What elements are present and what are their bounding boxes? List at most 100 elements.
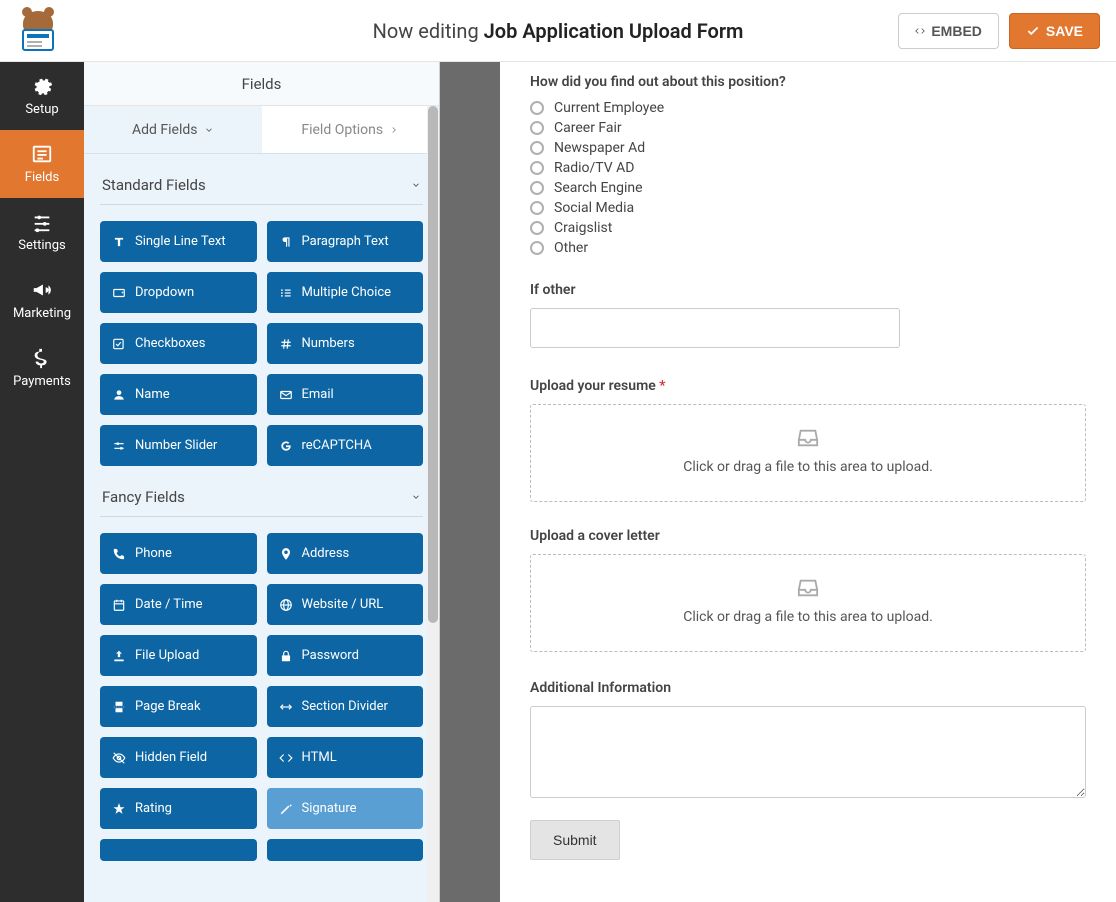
- radio-icon: [530, 161, 544, 175]
- panel-scrollbar[interactable]: [427, 106, 439, 902]
- field-label: Name: [135, 387, 170, 402]
- field-recaptcha[interactable]: reCAPTCHA: [267, 425, 424, 466]
- field-rating[interactable]: Rating: [100, 788, 257, 829]
- radio-option[interactable]: Career Fair: [530, 120, 1086, 136]
- text-icon: [112, 235, 126, 249]
- divider-icon: [279, 700, 293, 714]
- radio-option[interactable]: Current Employee: [530, 100, 1086, 116]
- field-paragraph-text[interactable]: Paragraph Text: [267, 221, 424, 262]
- radio-label: Other: [554, 240, 588, 256]
- field-html[interactable]: HTML: [267, 737, 424, 778]
- cover-letter-dropzone[interactable]: Click or drag a file to this area to upl…: [530, 554, 1086, 652]
- chevron-down-icon: [204, 125, 214, 135]
- embed-button[interactable]: EMBED: [898, 13, 999, 49]
- code-icon: [279, 751, 293, 765]
- star-icon: [112, 802, 126, 816]
- sidenav-item-settings[interactable]: Settings: [0, 198, 84, 266]
- sidenav-item-setup[interactable]: Setup: [0, 62, 84, 130]
- field-signature[interactable]: Signature: [267, 788, 424, 829]
- sidenav-item-payments[interactable]: Payments: [0, 334, 84, 402]
- field-name[interactable]: Name: [100, 374, 257, 415]
- field-numbers[interactable]: Numbers: [267, 323, 424, 364]
- field-extra[interactable]: [100, 839, 257, 861]
- radio-option[interactable]: Radio/TV AD: [530, 160, 1086, 176]
- field-number-slider[interactable]: Number Slider: [100, 425, 257, 466]
- field-page-break[interactable]: Page Break: [100, 686, 257, 727]
- globe-icon: [279, 598, 293, 612]
- radio-icon: [530, 241, 544, 255]
- user-icon: [112, 388, 126, 402]
- submit-button[interactable]: Submit: [530, 820, 620, 860]
- eye-off-icon: [112, 751, 126, 765]
- radio-option[interactable]: Search Engine: [530, 180, 1086, 196]
- google-icon: [279, 439, 293, 453]
- inbox-icon: [795, 427, 821, 449]
- hash-icon: [279, 337, 293, 351]
- field-hidden-field[interactable]: Hidden Field: [100, 737, 257, 778]
- tab-add-fields[interactable]: Add Fields: [84, 106, 262, 153]
- field-multiple-choice[interactable]: Multiple Choice: [267, 272, 424, 313]
- section-fancy-fields[interactable]: Fancy Fields: [100, 466, 423, 517]
- radio-option[interactable]: Social Media: [530, 200, 1086, 216]
- field-label: Page Break: [135, 699, 201, 714]
- form-preview-wrap: How did you find out about this position…: [440, 62, 1116, 902]
- field-section-divider[interactable]: Section Divider: [267, 686, 424, 727]
- field-label: Password: [302, 648, 359, 663]
- resume-dropzone[interactable]: Click or drag a file to this area to upl…: [530, 404, 1086, 502]
- field-label: reCAPTCHA: [302, 438, 372, 453]
- sidenav-item-fields[interactable]: Fields: [0, 130, 84, 198]
- radio-option[interactable]: Other: [530, 240, 1086, 256]
- field-label: Single Line Text: [135, 234, 226, 249]
- sidenav-label: Fields: [25, 170, 59, 185]
- field-address[interactable]: Address: [267, 533, 424, 574]
- field-label: Website / URL: [302, 597, 384, 612]
- top-bar: Now editing Job Application Upload Form …: [0, 0, 1116, 62]
- additional-info-textarea[interactable]: [530, 706, 1086, 798]
- field-single-line-text[interactable]: Single Line Text: [100, 221, 257, 262]
- field-email[interactable]: Email: [267, 374, 424, 415]
- radio-icon: [530, 201, 544, 215]
- envelope-icon: [279, 388, 293, 402]
- radio-icon: [530, 221, 544, 235]
- field-label: Dropdown: [135, 285, 194, 300]
- field-dropdown[interactable]: Dropdown: [100, 272, 257, 313]
- if-other-input[interactable]: [530, 308, 900, 348]
- field-date-time[interactable]: Date / Time: [100, 584, 257, 625]
- bullhorn-icon: [31, 279, 53, 301]
- save-button[interactable]: SAVE: [1009, 13, 1100, 49]
- check-icon: [1026, 24, 1040, 38]
- scrollbar-thumb[interactable]: [428, 106, 438, 623]
- list-icon: [279, 286, 293, 300]
- radio-option[interactable]: Craigslist: [530, 220, 1086, 236]
- radio-icon: [530, 121, 544, 135]
- field-extra[interactable]: [267, 839, 424, 861]
- dropdown-icon: [112, 286, 126, 300]
- field-file-upload[interactable]: File Upload: [100, 635, 257, 676]
- field-label: Multiple Choice: [302, 285, 392, 300]
- inbox-icon: [795, 577, 821, 599]
- sidenav-item-marketing[interactable]: Marketing: [0, 266, 84, 334]
- field-label: Email: [302, 387, 334, 402]
- field-password[interactable]: Password: [267, 635, 424, 676]
- radio-label: Search Engine: [554, 180, 643, 196]
- radio-label: Craigslist: [554, 220, 612, 236]
- pen-icon: [279, 802, 293, 816]
- chevron-right-icon: [389, 125, 399, 135]
- upload-icon: [112, 649, 126, 663]
- field-website-url[interactable]: Website / URL: [267, 584, 424, 625]
- additional-info-label: Additional Information: [530, 680, 1086, 696]
- radio-option[interactable]: Newspaper Ad: [530, 140, 1086, 156]
- sidenav-label: Payments: [13, 374, 71, 389]
- tab-field-options[interactable]: Field Options: [262, 106, 440, 153]
- field-phone[interactable]: Phone: [100, 533, 257, 574]
- paragraph-icon: [279, 235, 293, 249]
- field-label: File Upload: [135, 648, 199, 663]
- phone-icon: [112, 547, 126, 561]
- app-logo: [16, 9, 60, 53]
- section-standard-fields[interactable]: Standard Fields: [100, 154, 423, 205]
- field-checkboxes[interactable]: Checkboxes: [100, 323, 257, 364]
- field-label: Numbers: [302, 336, 355, 351]
- field-label: Phone: [135, 546, 172, 561]
- gear-icon: [31, 75, 53, 97]
- lock-icon: [279, 649, 293, 663]
